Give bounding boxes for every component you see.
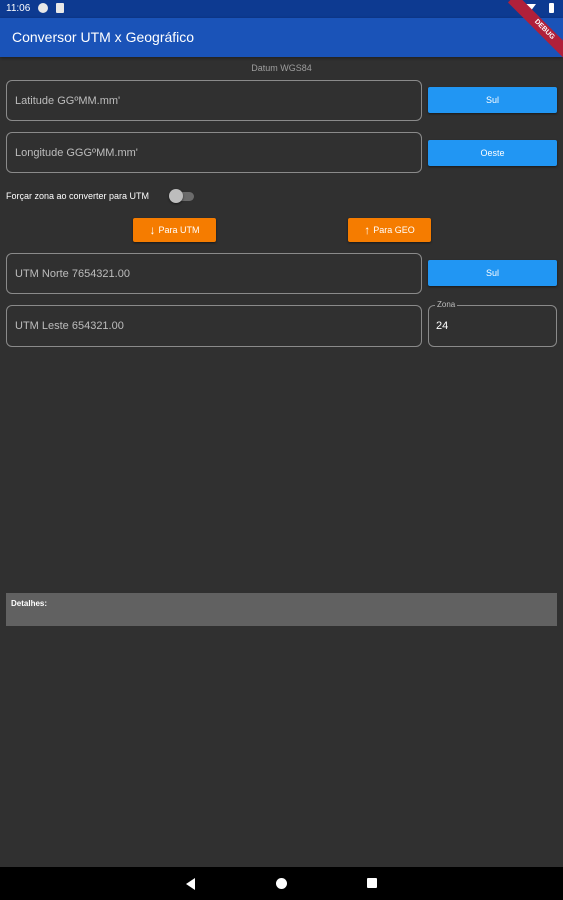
recents-icon[interactable] <box>367 878 377 888</box>
details-panel: Detalhes: <box>6 593 557 626</box>
longitude-input[interactable] <box>7 133 421 172</box>
arrow-down-icon: ↓ <box>149 223 156 237</box>
app-root: 11:06 Conversor UTM x Geográfico DEBUG D… <box>0 0 563 900</box>
utm-north-hemisphere-button[interactable]: Sul <box>428 260 557 286</box>
details-label: Detalhes: <box>11 599 48 608</box>
to-utm-button[interactable]: ↓ Para UTM <box>133 218 216 242</box>
back-icon[interactable] <box>186 878 195 890</box>
zone-field[interactable]: Zona 24 <box>428 300 557 347</box>
zone-value[interactable]: 24 <box>436 320 448 332</box>
notification-icon <box>38 3 48 13</box>
to-geo-label: Para GEO <box>373 225 415 235</box>
force-zone-label: Forçar zona ao converter para UTM <box>6 191 150 201</box>
force-zone-toggle[interactable] <box>169 189 194 203</box>
status-time: 11:06 <box>6 3 31 14</box>
latitude-input[interactable] <box>7 81 421 120</box>
to-utm-label: Para UTM <box>158 225 200 235</box>
navigation-bar <box>0 867 563 900</box>
sim-icon <box>56 3 64 13</box>
home-icon[interactable] <box>276 878 287 889</box>
utm-north-field[interactable] <box>6 253 422 294</box>
app-title: Conversor UTM x Geográfico <box>12 29 195 45</box>
longitude-hemisphere-button[interactable]: Oeste <box>428 140 557 166</box>
latitude-field[interactable] <box>6 80 422 121</box>
battery-icon <box>549 3 554 13</box>
latitude-hemisphere-button[interactable]: Sul <box>428 87 557 113</box>
longitude-field[interactable] <box>6 132 422 173</box>
to-geo-button[interactable]: ↑ Para GEO <box>348 218 431 242</box>
app-bar: Conversor UTM x Geográfico DEBUG <box>0 0 563 67</box>
status-bar: 11:06 <box>0 0 563 18</box>
zone-label: Zona <box>435 300 458 309</box>
utm-east-field[interactable] <box>6 305 422 347</box>
arrow-up-icon: ↑ <box>364 223 371 237</box>
utm-north-input[interactable] <box>7 254 421 293</box>
datum-label: Datum WGS84 <box>251 63 312 73</box>
force-zone-toggle-thumb[interactable] <box>169 189 183 203</box>
utm-east-input[interactable] <box>7 306 421 346</box>
